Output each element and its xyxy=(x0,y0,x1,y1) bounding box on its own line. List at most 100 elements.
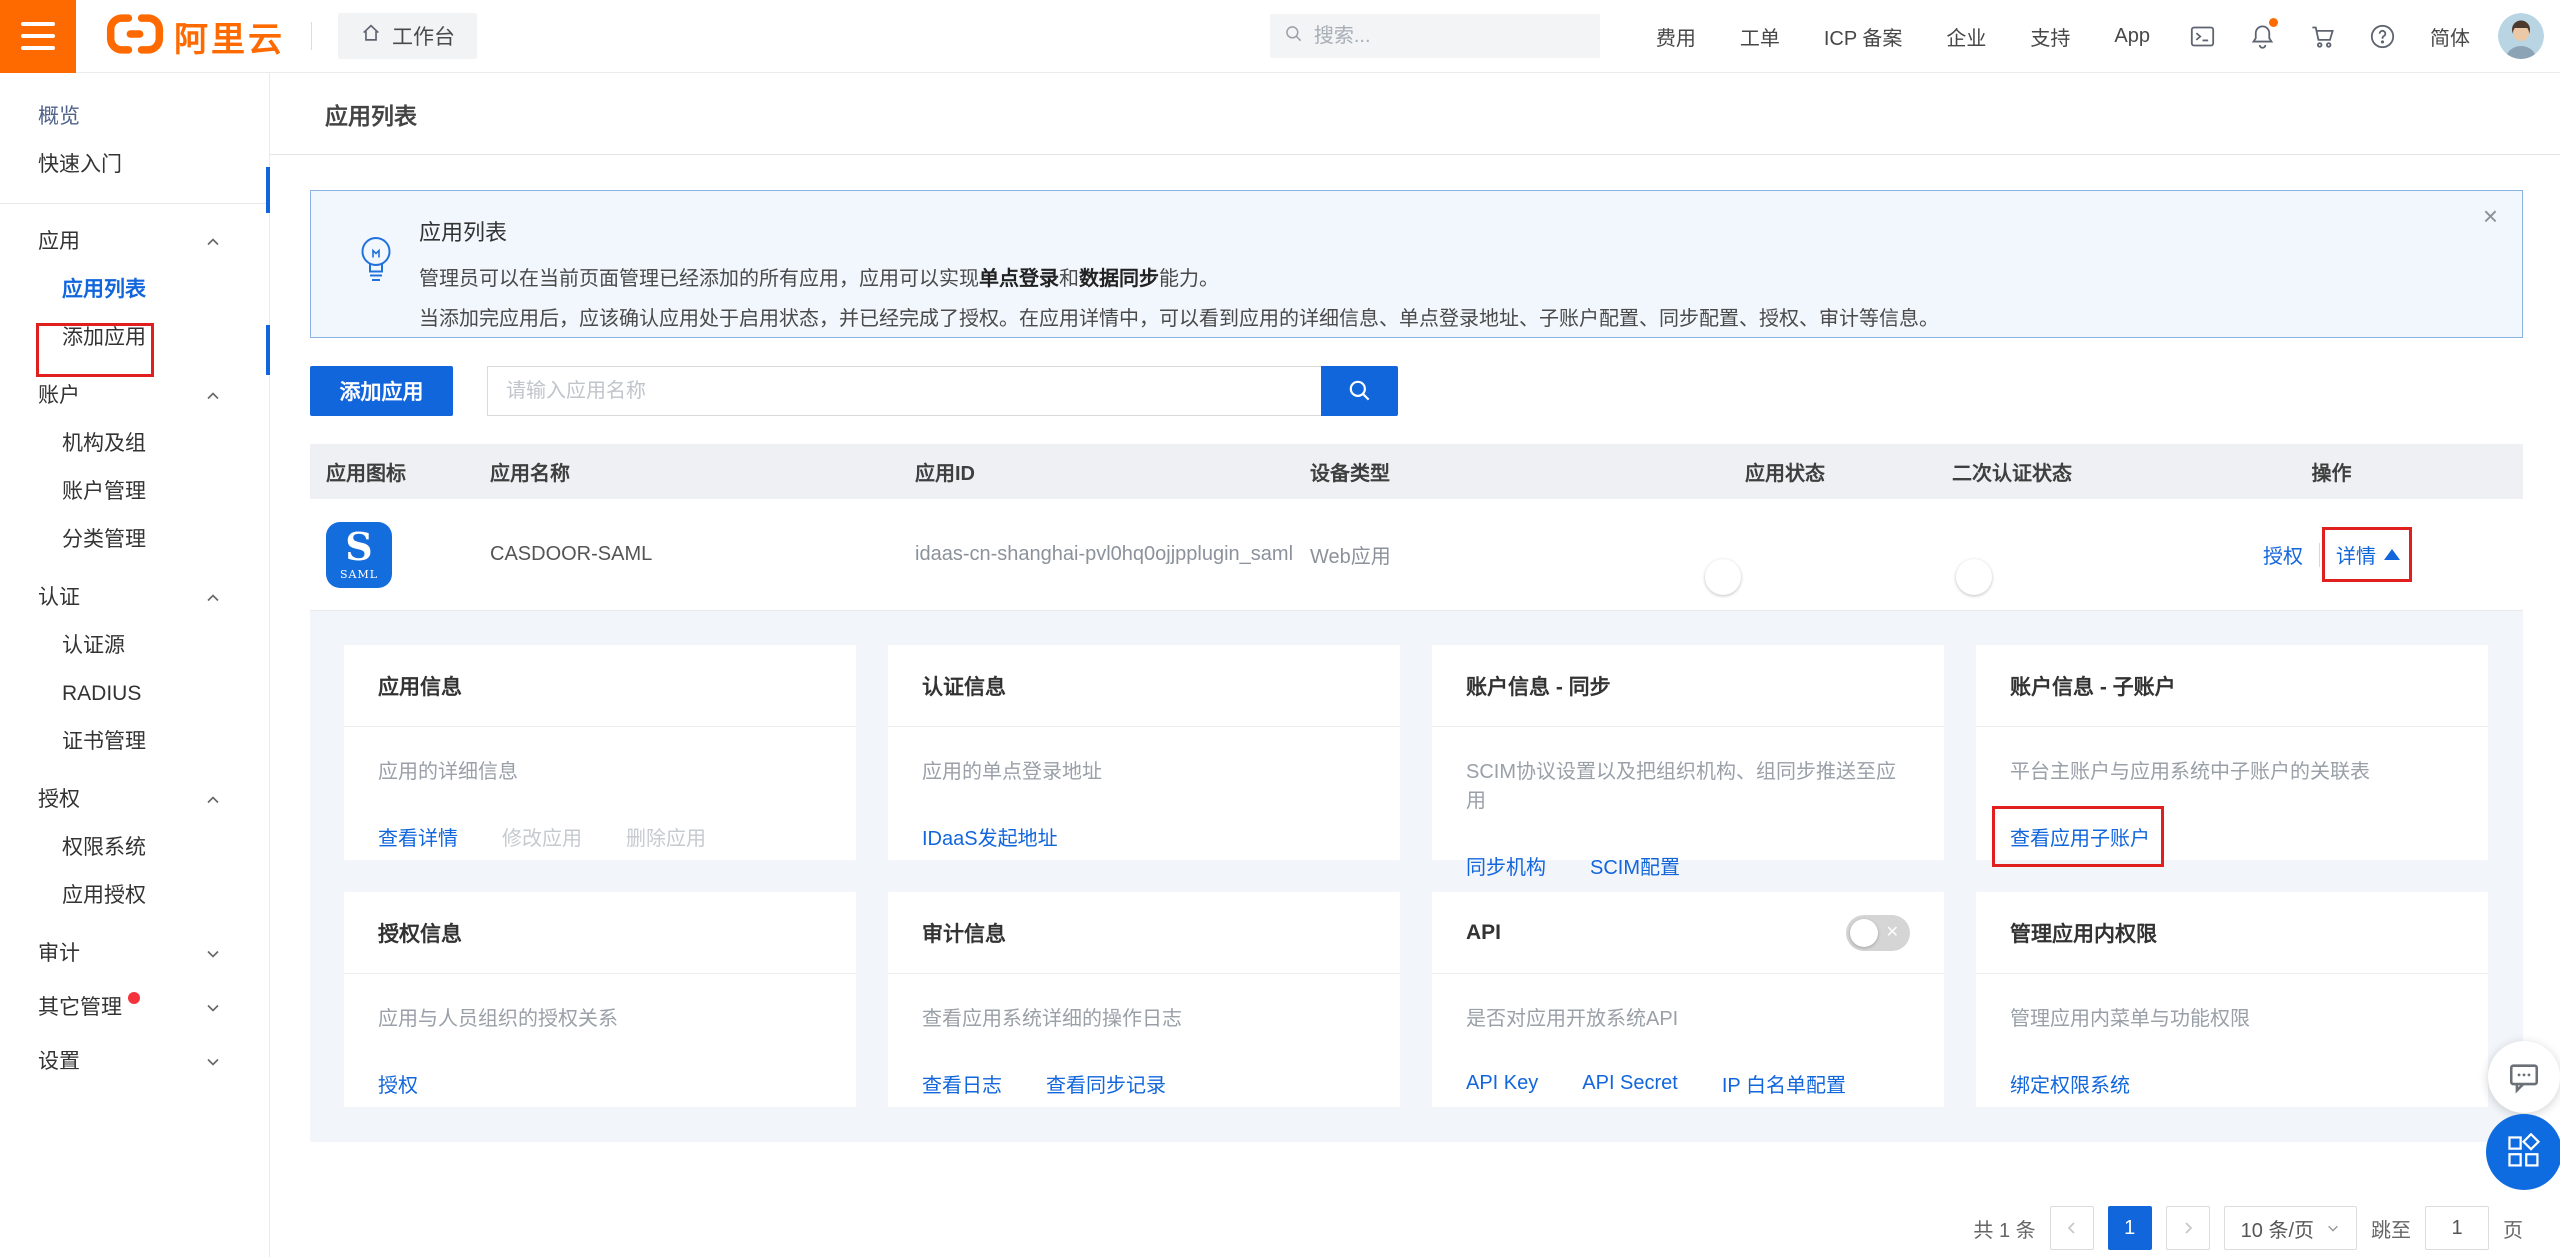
col-header-app-name: 应用名称 xyxy=(490,457,915,486)
card-description: SCIM协议设置以及把组织机构、组同步推送至应用 xyxy=(1466,755,1910,813)
sidebar-group-auth[interactable]: 认证 xyxy=(0,574,269,622)
next-page-button[interactable] xyxy=(2166,1206,2210,1250)
view-sub-accounts-link[interactable]: 查看应用子账户 xyxy=(2010,828,2150,850)
saml-app-icon[interactable]: S SAML xyxy=(326,522,392,588)
scim-config-link[interactable]: SCIM配置 xyxy=(1590,851,1680,880)
prev-page-button[interactable] xyxy=(2050,1206,2094,1250)
cell-app-id: idaas-cn-shanghai-pvl0hq0ojjpplugin_saml xyxy=(915,543,1310,566)
chevron-down-icon xyxy=(205,1054,221,1070)
app-search-button[interactable] xyxy=(1321,366,1398,416)
card-description: 应用的详细信息 xyxy=(378,755,822,784)
nav-item-tickets[interactable]: 工单 xyxy=(1740,22,1780,51)
sidebar-item-radius[interactable]: RADIUS xyxy=(0,670,269,718)
sidebar-group-account[interactable]: 账户 xyxy=(0,372,269,420)
sync-org-link[interactable]: 同步机构 xyxy=(1466,851,1546,880)
chevron-down-icon xyxy=(205,946,221,962)
app-search-input[interactable] xyxy=(487,366,1321,416)
help-icon[interactable] xyxy=(2368,22,2396,50)
grant-link[interactable]: 授权 xyxy=(378,1069,418,1098)
workbench-button[interactable]: 工作台 xyxy=(338,13,477,59)
page-size-select[interactable]: 10 条/页 xyxy=(2224,1206,2357,1250)
sidebar-group-settings[interactable]: 设置 xyxy=(0,1038,269,1086)
view-details-link[interactable]: 查看详情 xyxy=(378,822,458,851)
chevron-up-icon xyxy=(205,234,221,250)
close-icon[interactable]: × xyxy=(2483,203,2498,229)
banner-line1: 管理员可以在当前页面管理已经添加的所有应用，应用可以实现单点登录和数据同步能力。 xyxy=(419,259,2452,299)
chevron-down-icon xyxy=(2326,1221,2340,1235)
sidebar-item-overview[interactable]: 概览 xyxy=(0,93,269,141)
active-indicator-overview xyxy=(266,167,270,213)
ip-whitelist-link[interactable]: IP 白名单配置 xyxy=(1722,1069,1846,1098)
sidebar-item-app-grant[interactable]: 应用授权 xyxy=(0,872,269,920)
sidebar-item-app-list[interactable]: 应用列表 xyxy=(0,266,269,314)
api-toggle[interactable]: ✕ xyxy=(1846,915,1910,951)
sidebar-item-add-app[interactable]: 添加应用 xyxy=(0,314,269,362)
user-avatar[interactable] xyxy=(2498,13,2544,59)
feedback-chat-button[interactable] xyxy=(2488,1041,2560,1113)
sidebar-group-audit[interactable]: 审计 xyxy=(0,930,269,978)
modify-app-link: 修改应用 xyxy=(502,822,582,851)
card-account-sync: 账户信息 - 同步 SCIM协议设置以及把组织机构、组同步推送至应用 同步机构 … xyxy=(1432,645,1944,860)
new-feature-badge-dot xyxy=(128,992,140,1004)
nav-item-billing[interactable]: 费用 xyxy=(1656,22,1696,51)
card-audit-info: 审计信息 查看应用系统详细的操作日志 查看日志 查看同步记录 xyxy=(888,892,1400,1107)
home-icon xyxy=(360,22,382,50)
bind-permission-system-link[interactable]: 绑定权限系统 xyxy=(2010,1069,2130,1098)
shopping-cart-icon[interactable] xyxy=(2308,22,2336,50)
aliyun-logo[interactable]: 阿里云 xyxy=(106,12,285,61)
search-icon xyxy=(1284,24,1304,49)
view-logs-link[interactable]: 查看日志 xyxy=(922,1069,1002,1098)
card-grant-info: 授权信息 应用与人员组织的授权关系 授权 xyxy=(344,892,856,1107)
idaas-sso-url-link[interactable]: IDaaS发起地址 xyxy=(922,822,1058,851)
card-in-app-permissions: 管理应用内权限 管理应用内菜单与功能权限 绑定权限系统 xyxy=(1976,892,2488,1107)
card-auth-info: 认证信息 应用的单点登录地址 IDaaS发起地址 xyxy=(888,645,1400,860)
card-description: 是否对应用开放系统API xyxy=(1466,1002,1910,1031)
global-search-input[interactable] xyxy=(1314,25,1564,48)
view-sync-records-link[interactable]: 查看同步记录 xyxy=(1046,1069,1166,1098)
sidebar-item-permission-system[interactable]: 权限系统 xyxy=(0,824,269,872)
notification-bell-icon[interactable] xyxy=(2248,22,2276,50)
nav-item-icp[interactable]: ICP 备案 xyxy=(1824,22,1903,51)
col-header-app-icon: 应用图标 xyxy=(326,457,490,486)
cell-app-name: CASDOOR-SAML xyxy=(490,543,915,566)
add-application-button[interactable]: 添加应用 xyxy=(310,366,453,416)
sidebar-item-account-mgmt[interactable]: 账户管理 xyxy=(0,468,269,516)
workbench-label: 工作台 xyxy=(392,21,455,51)
language-switcher[interactable]: 简体 xyxy=(2430,22,2470,51)
sidebar-item-quickstart[interactable]: 快速入门 xyxy=(0,141,269,189)
page-unit-label: 页 xyxy=(2503,1214,2523,1243)
chevron-right-icon xyxy=(2180,1220,2196,1236)
nav-item-enterprise[interactable]: 企业 xyxy=(1946,22,1986,51)
console-terminal-icon[interactable] xyxy=(2188,22,2216,50)
hamburger-menu-button[interactable] xyxy=(0,0,76,73)
card-description: 应用的单点登录地址 xyxy=(922,755,1366,784)
nav-item-support[interactable]: 支持 xyxy=(2030,22,2070,51)
apps-shortcut-button[interactable] xyxy=(2486,1114,2560,1190)
cross-icon: ✕ xyxy=(1922,565,1938,588)
sidebar-group-grant[interactable]: 授权 xyxy=(0,776,269,824)
card-description: 平台主账户与应用系统中子账户的关联表 xyxy=(2010,755,2454,784)
page-number-current[interactable]: 1 xyxy=(2108,1206,2152,1250)
chevron-up-icon xyxy=(205,590,221,606)
sidebar-item-auth-source[interactable]: 认证源 xyxy=(0,622,269,670)
app-detail-panel: 应用信息 应用的详细信息 查看详情 修改应用 删除应用 认证信息 xyxy=(310,611,2523,1142)
banner-title: 应用列表 xyxy=(419,215,2452,247)
sidebar-group-other-mgmt[interactable]: 其它管理 xyxy=(0,984,269,1032)
delete-app-link: 删除应用 xyxy=(626,822,706,851)
jump-page-input[interactable] xyxy=(2425,1206,2489,1250)
search-icon xyxy=(1347,378,1373,404)
api-key-link[interactable]: API Key xyxy=(1466,1072,1538,1095)
nav-item-app[interactable]: App xyxy=(2114,25,2150,48)
card-description: 查看应用系统详细的操作日志 xyxy=(922,1002,1366,1031)
col-header-app-id: 应用ID xyxy=(915,457,1310,486)
sidebar-group-app[interactable]: 应用 xyxy=(0,218,269,266)
actions-divider xyxy=(2319,543,2320,567)
details-link[interactable]: 详情 xyxy=(2336,540,2400,569)
authorize-link[interactable]: 授权 xyxy=(2263,540,2303,569)
card-title: 管理应用内权限 xyxy=(2010,918,2157,948)
sidebar-item-org-groups[interactable]: 机构及组 xyxy=(0,420,269,468)
api-secret-link[interactable]: API Secret xyxy=(1582,1072,1678,1095)
global-search-box[interactable] xyxy=(1270,14,1600,58)
sidebar-item-cert-mgmt[interactable]: 证书管理 xyxy=(0,718,269,766)
sidebar-item-category-mgmt[interactable]: 分类管理 xyxy=(0,516,269,564)
